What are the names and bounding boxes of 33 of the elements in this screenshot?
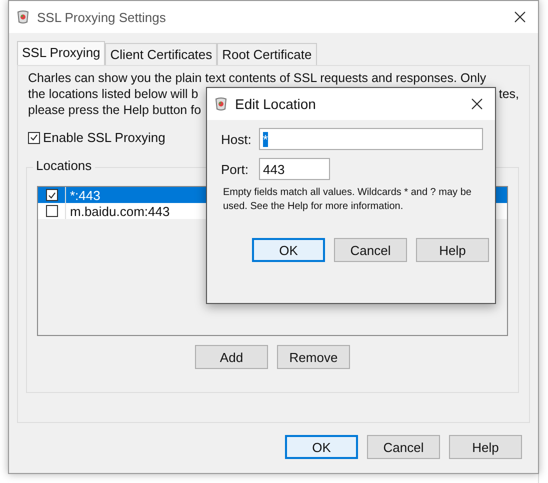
- host-field[interactable]: *: [258, 128, 483, 150]
- group-title: Locations: [33, 158, 95, 173]
- description-text: tes,: [498, 86, 519, 102]
- dialog-button[interactable]: OK: [285, 435, 358, 459]
- dialog-title: Edit Location: [235, 96, 317, 112]
- dialog-button[interactable]: Help: [449, 435, 522, 459]
- field-label: Host:: [221, 132, 252, 146]
- list-button[interactable]: Add: [195, 345, 268, 369]
- tab[interactable]: Client Certificates: [105, 43, 218, 65]
- row-checkbox[interactable]: [46, 189, 58, 201]
- description-text: the locations listed below will b: [28, 86, 198, 102]
- dialog-button[interactable]: Cancel: [334, 238, 407, 262]
- help-note: Empty fields match all values. Wildcards * and ? may be used. See the Help for more information.: [223, 186, 472, 214]
- port-field[interactable]: 443: [259, 158, 330, 180]
- list-button[interactable]: Remove: [277, 345, 350, 369]
- app-icon: [213, 96, 229, 112]
- description-text: Charles can show you the plain text contents of SSL requests and responses. Only: [28, 70, 486, 86]
- location-text: *:443: [69, 188, 100, 202]
- dialog-button[interactable]: OK: [252, 238, 325, 262]
- close-icon[interactable]: [514, 11, 526, 23]
- dialog-button[interactable]: Cancel: [367, 435, 440, 459]
- dialog-button[interactable]: Help: [416, 238, 489, 262]
- checkbox-label: Enable SSL Proxying: [43, 130, 166, 145]
- window-title: SSL Proxying Settings: [37, 10, 167, 24]
- row-checkbox[interactable]: [46, 205, 58, 217]
- app-icon: [15, 9, 31, 25]
- tab[interactable]: Root Certificate: [217, 43, 317, 65]
- description-text: please press the Help button fo: [28, 102, 202, 118]
- close-icon[interactable]: [471, 98, 483, 110]
- location-text: m.baidu.com:443: [69, 204, 170, 218]
- field-label: Port:: [221, 162, 250, 176]
- tab[interactable]: SSL Proxying: [17, 41, 106, 65]
- enable-checkbox[interactable]: [28, 132, 40, 144]
